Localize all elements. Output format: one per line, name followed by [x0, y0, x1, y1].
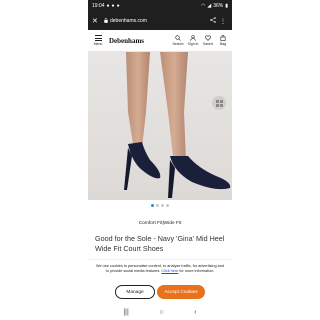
notification-icon: ● — [106, 3, 110, 9]
site-logo[interactable]: Debenhams — [109, 37, 172, 45]
manage-cookies-button[interactable]: Manage — [115, 285, 155, 299]
site-header: Menu Debenhams Search Sign in Saved Bag — [88, 30, 232, 52]
cookie-message: We use cookies to personalise content, t… — [94, 264, 226, 274]
more-options-icon[interactable]: ⋮ — [218, 18, 228, 25]
url-text: debenhams.com — [110, 18, 147, 24]
menu-label: Menu — [93, 42, 103, 46]
hamburger-icon — [94, 35, 102, 41]
browser-url-bar: ✕ debenhams.com ⋮ — [88, 12, 232, 30]
system-nav-bar: ||| ○ ‹ — [88, 304, 232, 320]
image-pagination — [88, 201, 232, 209]
search-button[interactable]: Search — [172, 35, 184, 46]
product-image[interactable] — [88, 52, 232, 200]
status-bar: 19:04 ● ● ● ◠ ◢ 36% ▮ — [88, 0, 232, 12]
url-field[interactable]: debenhams.com — [104, 17, 208, 25]
sign-in-label: Sign in — [187, 42, 199, 46]
cookie-banner: We use cookies to personalise content, t… — [88, 259, 232, 304]
battery-level: 36% — [213, 3, 224, 9]
user-icon — [190, 35, 196, 41]
cookie-info-link[interactable]: Click here — [161, 269, 178, 273]
wifi-icon: ◠ — [200, 3, 206, 9]
image-gallery-button[interactable] — [212, 96, 226, 110]
recents-icon[interactable]: ||| — [123, 309, 128, 316]
product-title: Good for the Sole - Navy 'Gina' Mid Heel… — [95, 234, 225, 253]
sign-in-button[interactable]: Sign in — [187, 35, 199, 46]
product-photo — [124, 52, 231, 198]
saved-button[interactable]: Saved — [202, 35, 214, 46]
status-time: 19:04 — [92, 3, 105, 9]
pagination-dot[interactable] — [156, 203, 159, 207]
notification-icon: ● — [116, 3, 120, 9]
pagination-dot[interactable] — [151, 203, 154, 207]
grid-icon — [215, 99, 223, 107]
notification-icon: ● — [111, 3, 115, 9]
pagination-dot[interactable] — [161, 203, 164, 207]
saved-label: Saved — [203, 42, 213, 46]
heart-icon — [205, 35, 211, 41]
battery-icon: ▮ — [225, 3, 228, 9]
lock-icon — [104, 17, 108, 25]
menu-button[interactable]: Menu — [91, 35, 105, 46]
bag-icon — [220, 35, 226, 41]
fit-label: Comfort Fit|Wide Fit — [138, 221, 182, 226]
signal-icon: ◢ — [207, 3, 212, 9]
phone-screen: 19:04 ● ● ● ◠ ◢ 36% ▮ ✕ debenhams.com ⋮ … — [88, 0, 232, 320]
search-icon — [175, 35, 181, 41]
close-icon[interactable]: ✕ — [92, 17, 100, 25]
cookie-text-after: for more information. — [179, 269, 215, 273]
pagination-dot[interactable] — [166, 203, 169, 207]
bag-label: Bag — [219, 42, 227, 46]
back-icon[interactable]: ‹ — [194, 309, 196, 316]
accept-cookies-button[interactable]: Accept Cookies — [157, 285, 205, 299]
bag-button[interactable]: Bag — [217, 35, 229, 46]
share-icon[interactable] — [208, 17, 218, 25]
search-label: Search — [172, 42, 184, 46]
home-icon[interactable]: ○ — [159, 309, 163, 316]
